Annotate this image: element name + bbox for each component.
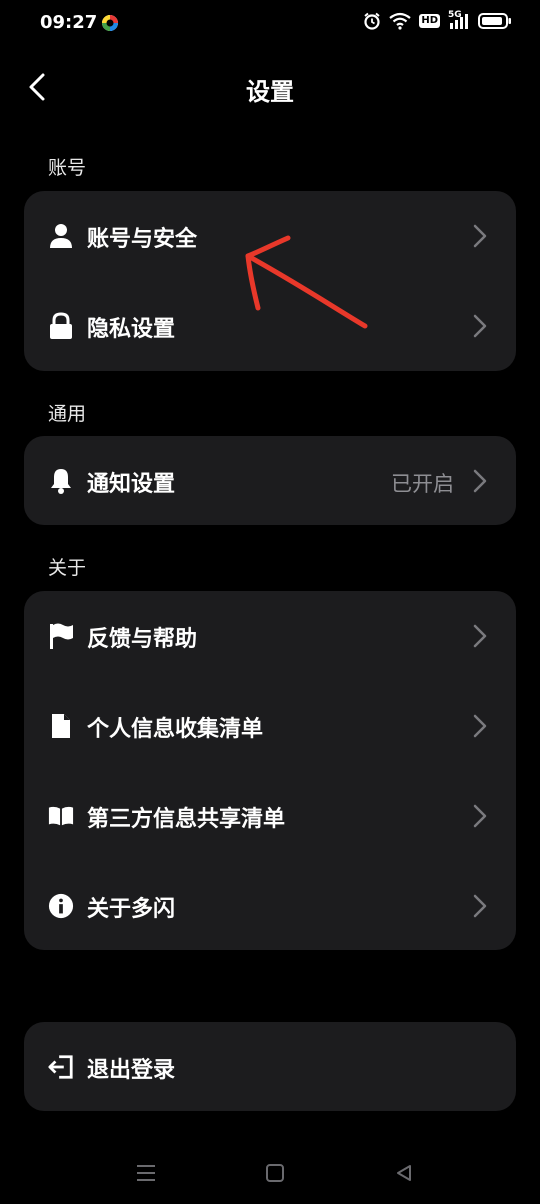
home-icon[interactable] [260, 1158, 290, 1188]
settings-item-feedback[interactable]: 反馈与帮助 [24, 591, 516, 681]
flag-icon [48, 623, 74, 649]
chevron-right-icon [473, 804, 487, 828]
settings-item-label: 第三方信息共享清单 [87, 807, 286, 832]
hd-icon: HD [419, 14, 440, 28]
about-card: 反馈与帮助 个人信息收集清单 第三方信息共享清单 关于多闪 [24, 591, 516, 950]
chevron-right-icon [473, 314, 487, 338]
logout-icon [48, 1054, 74, 1080]
system-navigation-bar [0, 1150, 540, 1194]
document-icon [48, 713, 74, 739]
lock-icon [48, 312, 74, 339]
settings-item-account-security[interactable]: 账号与安全 [24, 191, 516, 281]
chevron-right-icon [473, 224, 487, 248]
settings-item-label: 通知设置 [87, 472, 176, 497]
account-card: 账号与安全 隐私设置 [24, 191, 516, 371]
chevron-right-icon [473, 714, 487, 738]
section-label-account: 账号 [48, 157, 87, 179]
settings-item-label: 隐私设置 [87, 317, 176, 342]
settings-item-label: 账号与安全 [87, 227, 198, 252]
section-label-general: 通用 [48, 403, 87, 425]
status-time: 09:27 [40, 12, 98, 33]
settings-item-personal-info-list[interactable]: 个人信息收集清单 [24, 681, 516, 771]
alarm-icon [363, 12, 381, 30]
battery-icon [478, 12, 512, 30]
book-icon [48, 803, 74, 829]
wifi-icon [389, 12, 412, 30]
page-title: 设置 [246, 78, 294, 106]
menu-icon[interactable] [131, 1158, 161, 1188]
notification-status: 已开启 [391, 472, 454, 496]
general-card: 通知设置 已开启 [24, 436, 516, 525]
chevron-right-icon [473, 469, 487, 493]
settings-item-label: 反馈与帮助 [87, 627, 198, 652]
settings-item-label: 个人信息收集清单 [87, 717, 264, 742]
settings-item-third-party-sharing[interactable]: 第三方信息共享清单 [24, 771, 516, 861]
section-label-about: 关于 [48, 557, 87, 579]
settings-item-label: 关于多闪 [87, 897, 176, 922]
chevron-right-icon [473, 894, 487, 918]
chevron-right-icon [473, 624, 487, 648]
info-icon [48, 893, 74, 919]
logout-label: 退出登录 [87, 1058, 176, 1083]
app-badge-icon [101, 14, 119, 36]
logout-button[interactable]: 退出登录 [24, 1022, 516, 1112]
signal-5g-icon: 5G [448, 10, 470, 30]
bell-icon [48, 468, 74, 494]
back-triangle-icon[interactable] [389, 1158, 419, 1188]
settings-item-notifications[interactable]: 通知设置 已开启 [24, 436, 516, 526]
logout-card: 退出登录 [24, 1022, 516, 1111]
header: 设置 [0, 62, 540, 116]
settings-item-about-app[interactable]: 关于多闪 [24, 861, 516, 951]
settings-item-privacy[interactable]: 隐私设置 [24, 281, 516, 371]
person-icon [48, 223, 74, 249]
status-bar: 09:27 HD 5G [0, 0, 540, 48]
